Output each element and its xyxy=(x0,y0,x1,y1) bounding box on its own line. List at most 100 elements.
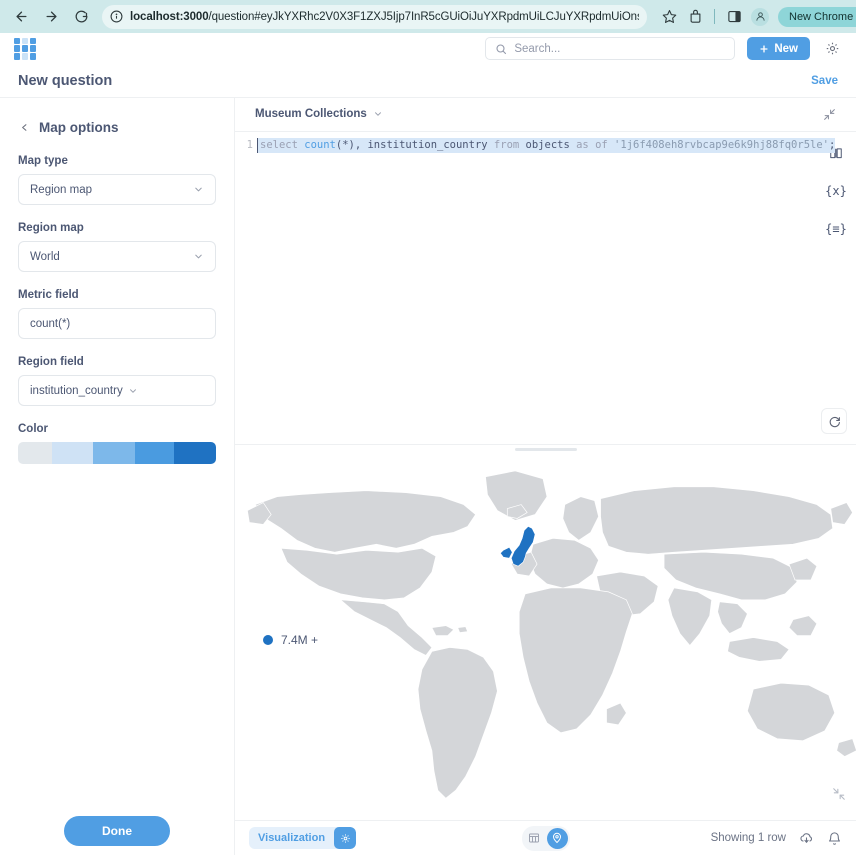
region-southeast-asia xyxy=(718,602,748,634)
field-metric: Metric field count(*) xyxy=(18,289,216,339)
chevron-down-icon xyxy=(193,184,204,195)
select-map-type-value: Region map xyxy=(30,184,92,196)
sql-editor[interactable]: 1 select count(*), institution_country f… xyxy=(235,132,856,445)
map-visualization[interactable]: 7.4M + xyxy=(235,453,856,820)
sidebar-back-row[interactable]: Map options xyxy=(18,98,216,155)
chevron-down-icon xyxy=(193,251,204,262)
plus-icon xyxy=(759,44,769,54)
footer-right-group: Showing 1 row xyxy=(711,831,842,846)
sidebar-panel-title: Map options xyxy=(39,120,119,135)
address-bar[interactable]: localhost:3000/question#eyJkYXRhc2V0X3F1… xyxy=(102,5,647,29)
variables-glyph: {x} xyxy=(825,184,847,198)
gear-icon[interactable] xyxy=(822,39,842,59)
content-pane: Museum Collections 1 select count(*), in… xyxy=(235,98,856,855)
country-canada xyxy=(255,491,475,553)
main-layout: Map options Map type Region map Region m… xyxy=(0,98,856,855)
country-australia xyxy=(747,683,834,741)
side-panel-icon[interactable] xyxy=(722,5,746,29)
color-stop-3 xyxy=(93,442,135,464)
chrome-update-pill[interactable]: New Chrome available xyxy=(778,7,856,27)
snippets-glyph: {≡} xyxy=(825,222,847,236)
bell-icon[interactable] xyxy=(827,831,842,846)
country-russia xyxy=(601,487,833,554)
browser-back-button[interactable] xyxy=(8,4,34,30)
url-host: localhost:3000 xyxy=(130,11,209,23)
select-region-field-value: institution_country xyxy=(30,385,123,397)
color-stop-2 xyxy=(52,442,94,464)
color-stop-5 xyxy=(174,442,216,464)
done-button[interactable]: Done xyxy=(64,816,170,846)
database-picker[interactable]: Museum Collections xyxy=(255,108,383,120)
visualization-settings-icon[interactable] xyxy=(334,827,356,849)
search-input[interactable]: Search... xyxy=(485,37,735,60)
star-icon[interactable] xyxy=(657,5,681,29)
sql-text[interactable]: select count(*), institution_country fro… xyxy=(257,138,835,153)
metabase-logo[interactable] xyxy=(14,38,36,60)
field-label-color: Color xyxy=(18,423,216,435)
new-button-label: New xyxy=(774,43,798,55)
row-count-label: Showing 1 row xyxy=(711,832,786,844)
region-indonesia xyxy=(728,638,790,662)
map-legend: 7.4M + xyxy=(263,633,318,647)
collapse-editor-icon[interactable] xyxy=(823,108,836,121)
refresh-icon[interactable] xyxy=(821,408,847,434)
sql-line: 1 select count(*), institution_country f… xyxy=(235,132,816,153)
browser-forward-button[interactable] xyxy=(38,4,64,30)
browser-actions: New Chrome available xyxy=(657,5,856,29)
toolbar-divider xyxy=(714,9,715,24)
browser-reload-button[interactable] xyxy=(68,4,94,30)
save-button[interactable]: Save xyxy=(811,75,838,87)
select-metric-field[interactable]: count(*) xyxy=(18,308,216,339)
visualization-settings-button[interactable]: Visualization xyxy=(249,827,356,849)
url-path: /question#eyJkYXRhc2V0X3F1ZXJ5Ijp7InR5cG… xyxy=(209,11,640,23)
select-metric-field-value: count(*) xyxy=(30,318,70,330)
country-madagascar xyxy=(607,703,627,725)
map-options-sidebar: Map options Map type Region map Region m… xyxy=(0,98,235,855)
chevron-down-icon xyxy=(128,386,138,396)
world-region-map[interactable] xyxy=(235,453,856,820)
select-region-field[interactable]: institution_country xyxy=(18,375,216,406)
download-icon[interactable] xyxy=(799,831,814,846)
site-info-icon[interactable] xyxy=(110,10,123,23)
legend-value: 7.4M + xyxy=(281,633,318,647)
country-ireland-part xyxy=(500,547,512,558)
continent-south-america xyxy=(418,648,497,799)
editor-side-rail: {x} {≡} xyxy=(816,132,856,445)
country-scandinavia xyxy=(563,497,599,541)
variables-icon[interactable]: {x} xyxy=(825,180,847,202)
select-region-map-value: World xyxy=(30,251,60,263)
country-mexico xyxy=(341,600,432,656)
search-icon xyxy=(495,43,507,55)
sql-code-area[interactable]: 1 select count(*), institution_country f… xyxy=(235,132,816,445)
field-color: Color xyxy=(18,423,216,464)
new-button[interactable]: New xyxy=(747,37,810,60)
snippets-icon[interactable]: {≡} xyxy=(825,218,847,240)
map-view-icon[interactable] xyxy=(547,828,568,849)
field-region: Region field institution_country xyxy=(18,356,216,406)
browser-toolbar: localhost:3000/question#eyJkYXRhc2V0X3F1… xyxy=(0,0,856,33)
address-bar-url: localhost:3000/question#eyJkYXRhc2V0X3F1… xyxy=(130,11,639,23)
editor-resize-handle[interactable] xyxy=(235,444,856,453)
extensions-icon[interactable] xyxy=(683,5,707,29)
island-hispaniola xyxy=(458,627,468,633)
view-type-switch xyxy=(522,826,570,851)
page-title[interactable]: New question xyxy=(18,73,112,89)
color-ramp-picker[interactable] xyxy=(18,442,216,464)
table-view-icon[interactable] xyxy=(524,828,545,849)
map-resize-icon[interactable] xyxy=(832,787,846,806)
app-header: Search... New xyxy=(0,33,856,64)
header-right-group: Search... New xyxy=(485,37,842,60)
question-title-bar: New question Save xyxy=(0,64,856,98)
select-map-type[interactable]: Region map xyxy=(18,174,216,205)
viz-footer: Visualization Showing 1 row xyxy=(235,820,856,855)
chevron-left-icon xyxy=(19,122,30,133)
field-label-region-map: Region map xyxy=(18,222,216,234)
search-placeholder: Search... xyxy=(514,43,560,55)
region-caribbean xyxy=(432,626,454,636)
field-label-map-type: Map type xyxy=(18,155,216,167)
select-region-map[interactable]: World xyxy=(18,241,216,272)
editor-toolbar: Museum Collections xyxy=(235,98,856,132)
field-label-region: Region field xyxy=(18,356,216,368)
profile-avatar-icon[interactable] xyxy=(748,5,772,29)
region-europe xyxy=(529,539,598,589)
